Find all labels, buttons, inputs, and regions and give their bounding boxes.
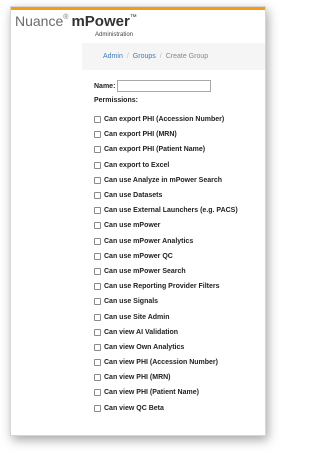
permission-item[interactable]: Can view PHI (Accession Number) [94, 355, 265, 370]
permission-label: Can view QC Beta [104, 404, 164, 412]
brand-logo[interactable]: Nuance® mPower™ [15, 14, 137, 30]
permission-item[interactable]: Can view Own Analytics [94, 340, 265, 355]
permission-item[interactable]: Can export to Excel [94, 158, 265, 173]
permission-label: Can use Site Admin [104, 313, 170, 321]
header: Nuance® mPower™ Administration [11, 10, 265, 43]
permission-checkbox[interactable] [94, 267, 101, 275]
permission-checkbox[interactable] [94, 313, 101, 321]
breadcrumb-separator: / [159, 53, 162, 60]
permission-checkbox[interactable] [94, 283, 101, 291]
permission-checkbox[interactable] [94, 116, 101, 124]
permission-checkbox[interactable] [94, 161, 101, 169]
brand-name-mpower: mPower [71, 13, 130, 30]
permission-label: Can view AI Validation [104, 328, 179, 336]
permission-item[interactable]: Can use mPower [94, 218, 265, 233]
permission-checkbox[interactable] [94, 374, 101, 382]
permission-item[interactable]: Can use mPower Analytics [94, 234, 265, 249]
registered-mark: ® [63, 14, 69, 21]
permission-checkbox[interactable] [94, 328, 101, 336]
permission-label: Can use mPower QC [104, 252, 173, 260]
permission-checkbox[interactable] [94, 237, 101, 245]
permissions-list: Can export PHI (Accession Number) Can exp… [94, 112, 265, 416]
permissions-label: Permissions: [94, 97, 138, 104]
permission-label: Can use Datasets [104, 192, 163, 200]
main-content: Admin / Groups / Create Group Name: Permissi… [82, 43, 265, 435]
permission-label: Can export PHI (Patient Name) [104, 146, 206, 154]
permission-label: Can view Own Analytics [104, 343, 185, 351]
permission-item[interactable]: Can use mPower Search [94, 264, 265, 279]
permission-item[interactable]: Can view PHI (Patient Name) [94, 385, 265, 400]
permission-checkbox[interactable] [94, 404, 101, 412]
trademark-mark: ™ [129, 14, 137, 21]
permission-checkbox[interactable] [94, 252, 101, 260]
permission-item[interactable]: Can view QC Beta [94, 401, 265, 416]
permission-checkbox[interactable] [94, 343, 101, 351]
breadcrumb-groups-link[interactable]: Groups [133, 53, 156, 60]
permission-checkbox[interactable] [94, 298, 101, 306]
breadcrumb-current: Create Group [165, 53, 209, 60]
name-input[interactable] [117, 80, 212, 92]
name-row: Name: [94, 78, 265, 94]
permission-checkbox[interactable] [94, 389, 101, 397]
permission-label: Can use Analyze in mPower Search [104, 176, 223, 184]
sidebar [11, 43, 82, 435]
permission-checkbox[interactable] [94, 222, 101, 230]
permission-checkbox[interactable] [94, 207, 101, 215]
brand-subtitle: Administration [95, 32, 134, 38]
permission-label: Can export to Excel [104, 161, 170, 169]
permission-checkbox[interactable] [94, 359, 101, 367]
create-group-form: Name: Permissions: Can export PHI (Acces… [82, 78, 265, 416]
permission-label: Can view PHI (MRN) [104, 374, 171, 382]
permission-item[interactable]: Can export PHI (MRN) [94, 127, 265, 142]
permission-item[interactable]: Can use External Launchers (e.g. PACS) [94, 203, 265, 218]
permission-label: Can use mPower Analytics [104, 237, 194, 245]
breadcrumb-admin-link[interactable]: Admin [103, 53, 123, 60]
permission-label: Can use Reporting Provider Filters [104, 283, 220, 291]
permission-item[interactable]: Can use Site Admin [94, 309, 265, 324]
permission-label: Can use mPower [104, 222, 161, 230]
permission-label: Can view PHI (Patient Name) [104, 389, 199, 397]
permission-label: Can export PHI (Accession Number) [104, 116, 225, 124]
permission-label: Can view PHI (Accession Number) [104, 359, 218, 367]
permission-item[interactable]: Can use Reporting Provider Filters [94, 279, 265, 294]
permission-label: Can export PHI (MRN) [104, 131, 177, 139]
permission-label: Can use mPower Search [104, 267, 186, 275]
permission-item[interactable]: Can use Signals [94, 294, 265, 309]
breadcrumb-separator: / [126, 53, 129, 60]
breadcrumb: Admin / Groups / Create Group [82, 43, 265, 70]
permission-item[interactable]: Can use Datasets [94, 188, 265, 203]
permission-item[interactable]: Can view AI Validation [94, 325, 265, 340]
name-label: Name: [94, 82, 116, 90]
permission-checkbox[interactable] [94, 176, 101, 184]
permission-label: Can use Signals [104, 298, 159, 306]
permission-label: Can use External Launchers (e.g. PACS) [104, 207, 238, 215]
permission-item[interactable]: Can use Analyze in mPower Search [94, 173, 265, 188]
permission-checkbox[interactable] [94, 192, 101, 200]
brand-name-nuance: Nuance [15, 13, 64, 29]
permission-item[interactable]: Can export PHI (Accession Number) [94, 112, 265, 127]
permission-checkbox[interactable] [94, 131, 101, 139]
permission-checkbox[interactable] [94, 146, 101, 154]
permission-item[interactable]: Can use mPower QC [94, 249, 265, 264]
permission-item[interactable]: Can export PHI (Patient Name) [94, 142, 265, 157]
app-window: Nuance® mPower™ Administration Admin / Grou… [10, 6, 266, 436]
permission-item[interactable]: Can view PHI (MRN) [94, 370, 265, 385]
